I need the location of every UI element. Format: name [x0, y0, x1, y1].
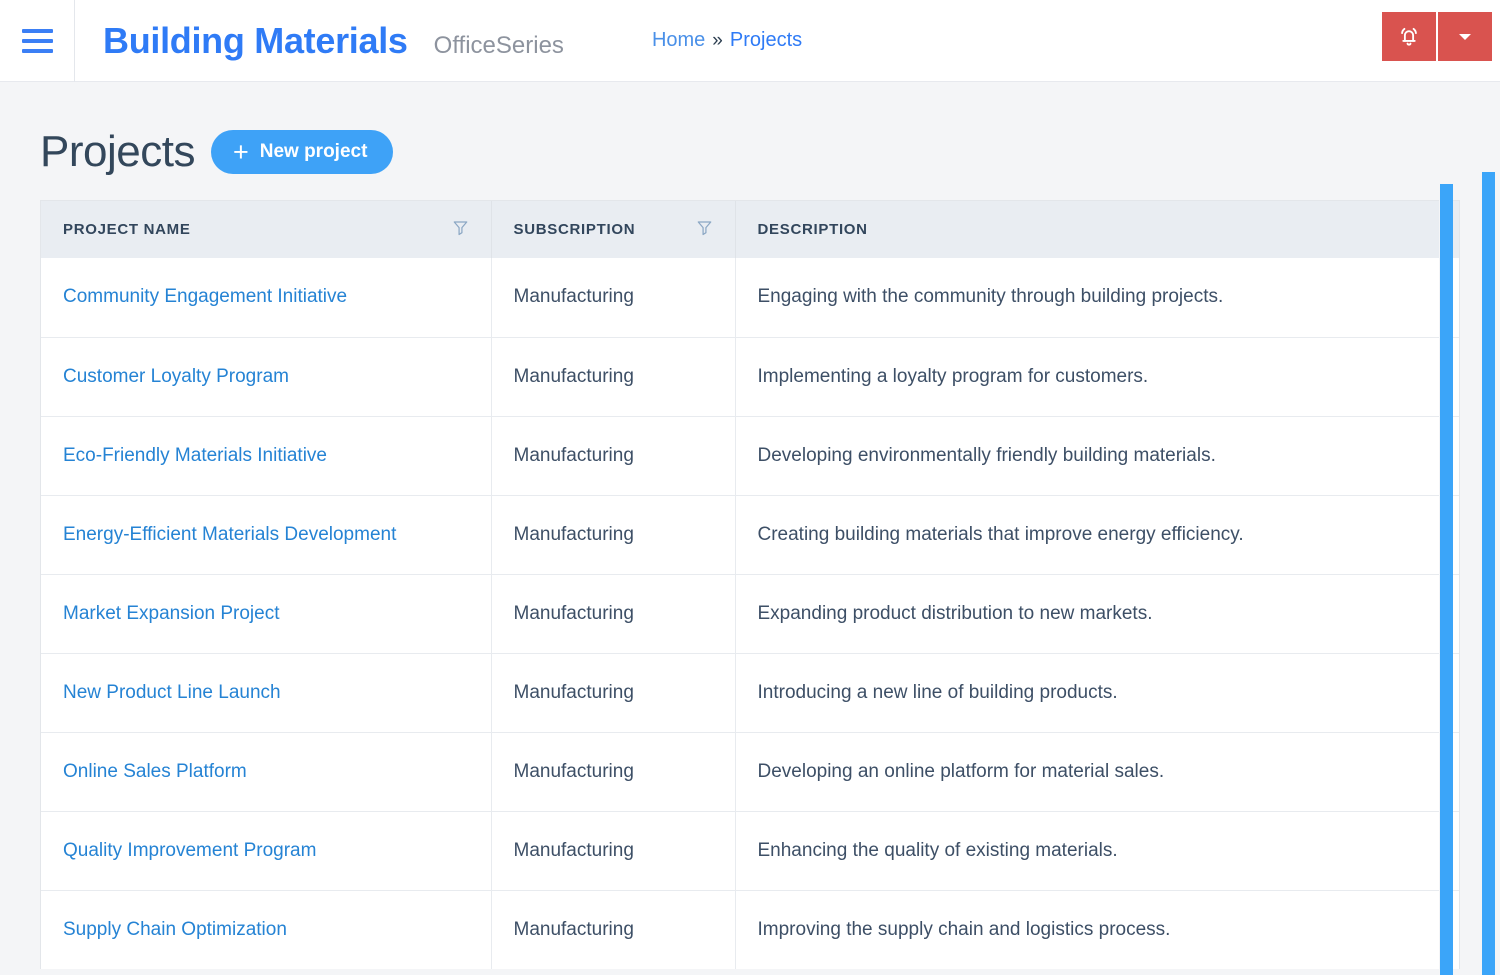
page-scrollbar-thumb[interactable] — [1482, 172, 1495, 975]
project-link[interactable]: Supply Chain Optimization — [63, 919, 287, 940]
cell-description: Developing environmentally friendly buil… — [735, 415, 1459, 495]
filter-icon-project-name[interactable] — [452, 219, 469, 240]
breadcrumb: Home » Projects — [652, 29, 802, 52]
cell-description: Implementing a loyalty program for custo… — [735, 336, 1459, 416]
cell-subscription: Manufacturing — [491, 889, 736, 969]
header-actions — [1382, 12, 1492, 61]
cell-description: Expanding product distribution to new ma… — [735, 573, 1459, 653]
table-row: Customer Loyalty Program Manufacturing Imp… — [41, 336, 1459, 416]
column-header-description[interactable]: DESCRIPTION — [735, 201, 1459, 258]
column-label: DESCRIPTION — [757, 221, 868, 238]
project-link[interactable]: Customer Loyalty Program — [63, 366, 289, 387]
notifications-button[interactable] — [1382, 12, 1436, 61]
hamburger-bar — [21, 48, 53, 53]
filter-icon-subscription[interactable] — [696, 219, 713, 240]
cell-project-name: Online Sales Platform — [41, 731, 492, 811]
table-body: Community Engagement Initiative Manufactu… — [41, 258, 1459, 969]
column-header-subscription[interactable]: SUBSCRIPTION — [491, 201, 736, 258]
table-header-row: PROJECT NAME SUBSCRIPTION DESCRIPTION — [41, 201, 1459, 258]
cell-subscription: Manufacturing — [491, 573, 736, 653]
cell-subscription: Manufacturing — [491, 494, 736, 574]
table-head: PROJECT NAME SUBSCRIPTION DESCRIPTION — [41, 201, 1459, 258]
cell-project-name: Customer Loyalty Program — [41, 336, 492, 416]
breadcrumb-separator: » — [712, 30, 723, 51]
projects-table-container: PROJECT NAME SUBSCRIPTION DESCRIPTION Co… — [40, 200, 1460, 969]
hamburger-menu-icon[interactable] — [0, 0, 75, 82]
table-row: New Product Line Launch Manufacturing Intr… — [41, 652, 1459, 732]
table-row: Eco-Friendly Materials Initiative Manufac… — [41, 415, 1459, 495]
cell-project-name: Community Engagement Initiative — [41, 258, 492, 337]
brand-subtitle: OfficeSeries — [433, 31, 564, 59]
new-project-label: New project — [259, 141, 368, 162]
cell-description: Engaging with the community through buil… — [757, 286, 1224, 308]
cell-description: Developing an online platform for materi… — [735, 731, 1459, 811]
project-link[interactable]: Energy-Efficient Materials Development — [63, 524, 396, 545]
chevron-down-icon — [1455, 27, 1475, 47]
project-link[interactable]: Quality Improvement Program — [63, 840, 316, 861]
cell-project-name: Eco-Friendly Materials Initiative — [41, 415, 492, 495]
table-row: Energy-Efficient Materials Development Ma… — [41, 494, 1459, 574]
plus-icon: + — [232, 137, 249, 168]
table-row: Online Sales Platform Manufacturing Develo… — [41, 731, 1459, 811]
brand: Building Materials OfficeSeries — [75, 19, 564, 61]
project-link[interactable]: Eco-Friendly Materials Initiative — [63, 445, 327, 466]
breadcrumb-home-link[interactable]: Home — [652, 29, 705, 52]
new-project-button[interactable]: + New project — [210, 130, 394, 174]
cell-description: Creating building materials that improve… — [735, 494, 1459, 574]
cell-description: Improving the supply chain and logistics… — [735, 889, 1459, 969]
column-header-project-name[interactable]: PROJECT NAME — [41, 201, 492, 258]
cell-subscription: Manufacturing — [491, 731, 736, 811]
page-header: Projects + New project — [40, 82, 1460, 200]
hamburger-bar — [21, 28, 53, 33]
table-row: Market Expansion Project Manufacturing Exp… — [41, 573, 1459, 653]
cell-subscription: Manufacturing — [491, 810, 736, 890]
cell-description: Enhancing the quality of existing materi… — [735, 810, 1459, 890]
projects-table: PROJECT NAME SUBSCRIPTION DESCRIPTION Co… — [41, 201, 1459, 969]
cell-project-name: Market Expansion Project — [41, 573, 492, 653]
cell-project-name: Energy-Efficient Materials Development — [41, 494, 492, 574]
breadcrumb-current-projects[interactable]: Projects — [730, 29, 802, 52]
cell-subscription: Manufacturing — [491, 336, 736, 416]
column-label: PROJECT NAME — [63, 221, 191, 238]
cell-subscription: Manufacturing — [491, 652, 736, 732]
cell-description: Introducing a new line of building produ… — [735, 652, 1459, 732]
page-vertical-scrollbar[interactable] — [1481, 82, 1495, 975]
table-row: Community Engagement Initiative Manufactu… — [41, 258, 1459, 337]
column-label: SUBSCRIPTION — [513, 221, 636, 238]
page-title: Projects — [40, 127, 195, 176]
cell-project-name: Quality Improvement Program — [41, 810, 492, 890]
cell-project-name: New Product Line Launch — [41, 652, 492, 732]
app-header: Building Materials OfficeSeries Home » P… — [0, 0, 1500, 82]
table-row: Supply Chain Optimization Manufacturing Im… — [41, 889, 1459, 969]
project-link[interactable]: New Product Line Launch — [63, 682, 281, 703]
cell-project-name: Supply Chain Optimization — [41, 889, 492, 969]
cell-subscription: Manufacturing — [491, 415, 736, 495]
table-row: Quality Improvement Program Manufacturing… — [41, 810, 1459, 890]
cell-subscription: Manufacturing — [491, 258, 736, 337]
inner-vertical-scrollbar[interactable] — [1439, 82, 1453, 975]
brand-title: Building Materials — [103, 19, 408, 61]
user-dropdown-button[interactable] — [1438, 12, 1492, 61]
bell-icon — [1396, 24, 1422, 50]
project-link[interactable]: Market Expansion Project — [63, 603, 280, 624]
page-content: Projects + New project PROJECT NAME SUBS… — [0, 82, 1500, 975]
hamburger-bar — [21, 38, 53, 43]
project-link[interactable]: Community Engagement Initiative — [63, 286, 347, 307]
project-link[interactable]: Online Sales Platform — [63, 761, 247, 782]
inner-scrollbar-thumb[interactable] — [1440, 184, 1453, 975]
